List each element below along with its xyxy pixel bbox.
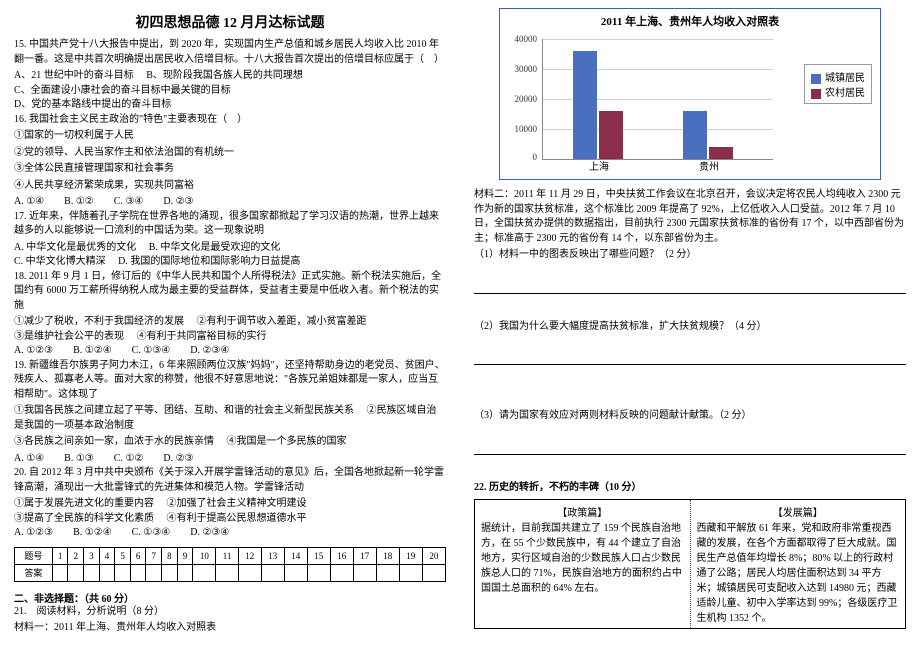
q17-stem: 17. 近年来，伴随着孔子学院在世界各地的涌现，很多国家都掀起了学习汉语的热潮，… <box>14 210 446 239</box>
box-body-development: 西藏和平解放 61 年来，党和政府非常重视西藏的发展，在各个方面都取得了巨大成就… <box>697 519 900 624</box>
q15-opt-c: C、全面建设小康社会的奋斗目标中最关键的目标 <box>14 84 446 99</box>
answer-table: 题号 12345678910 11121314151617181920 答案 <box>14 547 446 582</box>
q20-s3: ③提高了全民族的科学文化素质 <box>14 512 154 527</box>
q18-stem: 18. 2011 年 9 月 1 日，修订后的《中华人民共和国个人所得税法》正式… <box>14 270 446 314</box>
q17-opt-d: D. 我国的国际地位和国际影响力日益提高 <box>118 255 300 270</box>
q20-s2: ②加强了社会主义精神文明建设 <box>167 497 307 512</box>
table-row: 答案 <box>15 564 446 581</box>
q19-s1: ①我国各民族之间建立起了平等、团结、互助、和谐的社会主义新型民族关系 <box>14 405 354 416</box>
q21-material-1: 材料一：2011 年上海、贵州年人均收入对照表 <box>14 621 446 636</box>
ytick-40000: 40000 <box>503 34 537 44</box>
ytick-30000: 30000 <box>503 64 537 74</box>
q16-s2: ②党的领导、人民当家作主和依法治国的有机统一 <box>14 146 446 161</box>
answer-header-label: 题号 <box>15 547 53 564</box>
q17-opt-b: B. 中华文化是最受欢迎的文化 <box>149 241 281 256</box>
q18-s2: ②有利于调节收入差距，减小贫富差距 <box>197 315 367 330</box>
xlabel-guizhou: 贵州 <box>679 158 739 173</box>
q19-s4: ④我国是一个多民族的国家 <box>227 436 347 447</box>
answer-blank-line <box>474 352 906 365</box>
chart-title: 2011 年上海、贵州年人均收入对照表 <box>500 9 880 31</box>
q20-s1: ①属于发展先进文化的重要内容 <box>14 497 154 512</box>
ytick-20000: 20000 <box>503 94 537 104</box>
q18-s3: ③是维护社会公平的表现 <box>14 330 124 345</box>
bar-shanghai-urban <box>573 51 597 159</box>
q22-stem: 22. 历史的转折，不朽的丰碑（10 分） <box>474 481 906 496</box>
q15-opt-b: B、现阶段我国各族人民的共同理想 <box>146 69 303 84</box>
ytick-10000: 10000 <box>503 124 537 134</box>
section-2-heading: 二、非选择题：（共 60 分） <box>14 590 446 605</box>
q21-material-2: 材料二：2011 年 11 月 29 日，中央扶贫工作会议在北京召开，会议决定将… <box>474 188 906 246</box>
q18-s1: ①减少了税收，不利于我国经济的发展 <box>14 315 184 330</box>
q20-stem: 20. 自 2012 年 3 月中共中央颁布《关于深入开展学雷锋活动的意见》后，… <box>14 466 446 495</box>
box-head-development: 【发展篇】 <box>697 504 900 519</box>
table-row: 题号 12345678910 11121314151617181920 <box>15 547 446 564</box>
legend-label-rural: 农村居民 <box>825 88 865 99</box>
q15-opt-d: D、党的基本路线中提出的奋斗目标 <box>14 98 446 113</box>
box-body-policy: 据统计，目前我国共建立了 159 个民族自治地方，在 55 个少数民族中，有 4… <box>481 519 684 594</box>
policy-development-box: 【政策篇】 据统计，目前我国共建立了 159 个民族自治地方，在 55 个少数民… <box>474 499 906 629</box>
answer-row-label: 答案 <box>15 564 53 581</box>
answer-blank-line <box>474 442 906 455</box>
q20-s4: ④有利于提高公民思想道德水平 <box>167 512 307 527</box>
q17-opt-a: A. 中华文化是最优秀的文化 <box>14 241 136 256</box>
ytick-0: 0 <box>503 152 537 162</box>
q18-s4: ④有利于共同富裕目标的实行 <box>137 330 267 345</box>
chart-income-comparison: 2011 年上海、贵州年人均收入对照表 40000 30000 20000 10… <box>499 8 881 180</box>
q19-s3: ③各民族之间亲如一家，血浓于水的民族亲情 <box>14 436 214 447</box>
legend-label-urban: 城镇居民 <box>825 73 865 84</box>
legend-swatch-urban <box>811 74 821 84</box>
q21-sub-2: （2）我国为什么要大幅度提高扶贫标准，扩大扶贫规模？（4 分） <box>474 320 906 335</box>
q21-sub-1: （1）材料一中的图表反映出了哪些问题？（2 分） <box>474 248 906 263</box>
q15-opt-a: A、21 世纪中叶的奋斗目标 <box>14 69 134 84</box>
q16-opts: A. ①④ B. ①② C. ③④ D. ②③ <box>14 195 446 210</box>
chart-legend: 城镇居民 农村居民 <box>804 64 872 104</box>
q16-s1: ①国家的一切权利属于人民 <box>14 129 446 144</box>
page-title: 初四思想品德 12 月月达标试题 <box>14 12 446 32</box>
q17-opt-c: C. 中华文化博大精深 <box>14 255 106 270</box>
q16-s4: ④人民共享经济繁荣成果，实现共同富裕 <box>14 179 446 194</box>
q19-stem: 19. 新疆维吾尔族男子阿力木江，6 年来照顾两位汉族"妈妈"，还坚持帮助身边的… <box>14 359 446 403</box>
q21-sub-3: （3）请为国家有效应对两则材料反映的问题献计献策。（2 分） <box>474 409 906 424</box>
bar-shanghai-rural <box>599 111 623 159</box>
legend-swatch-rural <box>811 89 821 99</box>
q19-opts: A. ①④ B. ①③ C. ①② D. ②③ <box>14 452 446 467</box>
answer-blank-line <box>474 281 906 294</box>
q16-s3: ③全体公民直接管理国家和社会事务 <box>14 162 446 177</box>
q20-opts: A. ①②③ B. ①②④ C. ①③④ D. ②③④ <box>14 526 446 541</box>
xlabel-shanghai: 上海 <box>569 158 629 173</box>
q16-stem: 16. 我国社会主义民主政治的"特色"主要表现在（ ） <box>14 113 446 128</box>
q18-opts: A. ①②③ B. ①②④ C. ①③④ D. ②③④ <box>14 344 446 359</box>
q15-stem: 15. 中国共产党十八大报告中提出，到 2020 年，实现国内生产总值和城乡居民… <box>14 38 446 67</box>
box-head-policy: 【政策篇】 <box>481 504 684 519</box>
bar-guizhou-urban <box>683 111 707 159</box>
q21-stem: 21. 阅读材料，分析说明（8 分） <box>14 605 446 620</box>
chart-plot-area: 40000 30000 20000 10000 0 上海 贵州 <box>542 39 773 160</box>
